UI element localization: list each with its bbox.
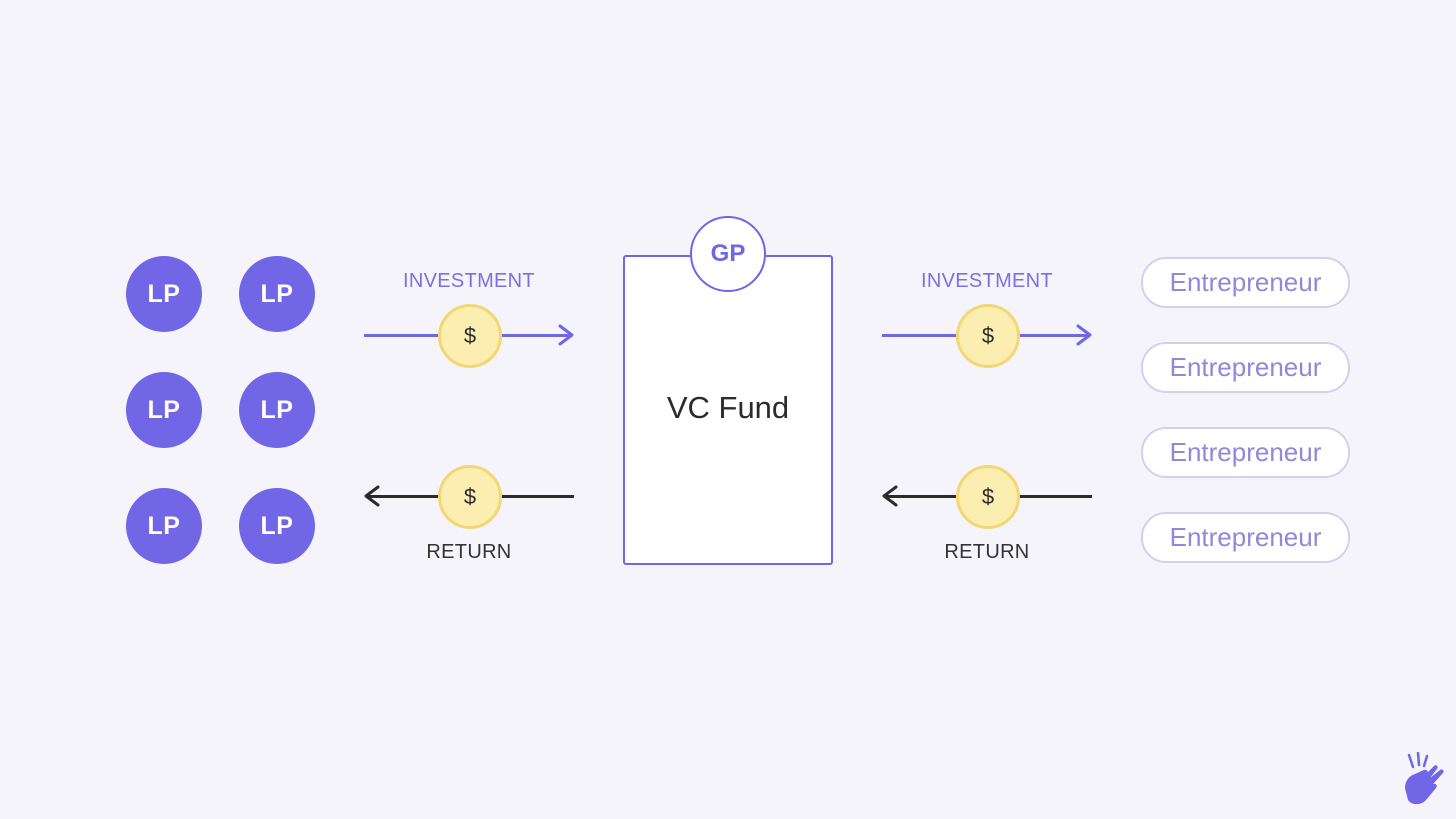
arrow-left-icon	[364, 485, 380, 507]
entrepreneur-pill: Entrepreneur	[1141, 512, 1350, 563]
right-return-label: RETURN	[944, 541, 1030, 563]
left-investment-label: INVESTMENT	[403, 270, 535, 292]
entrepreneur-pill: Entrepreneur	[1141, 427, 1350, 478]
arrow-left-icon	[882, 485, 898, 507]
lp-circle: LP	[239, 372, 315, 448]
hand-snap-icon	[1405, 752, 1444, 805]
dollar-coin-icon: $	[438, 304, 502, 368]
lp-circle: LP	[126, 256, 202, 332]
lp-circle: LP	[239, 488, 315, 564]
gp-circle: GP	[690, 216, 766, 292]
dollar-coin-icon: $	[438, 465, 502, 529]
dollar-coin-icon: $	[956, 304, 1020, 368]
lp-circle: LP	[126, 488, 202, 564]
vc-fund-diagram: LP LP LP LP LP LP INVESTMENT $ $ RETURN …	[0, 0, 1456, 819]
arrow-right-icon	[1076, 324, 1092, 346]
dollar-coin-icon: $	[956, 465, 1020, 529]
lp-circle: LP	[126, 372, 202, 448]
entrepreneur-pill: Entrepreneur	[1141, 257, 1350, 308]
vc-fund-title: VC Fund	[666, 390, 790, 425]
arrow-right-icon	[558, 324, 574, 346]
lp-circle: LP	[239, 256, 315, 332]
right-investment-label: INVESTMENT	[921, 270, 1053, 292]
left-return-label: RETURN	[426, 541, 512, 563]
entrepreneur-pill: Entrepreneur	[1141, 342, 1350, 393]
